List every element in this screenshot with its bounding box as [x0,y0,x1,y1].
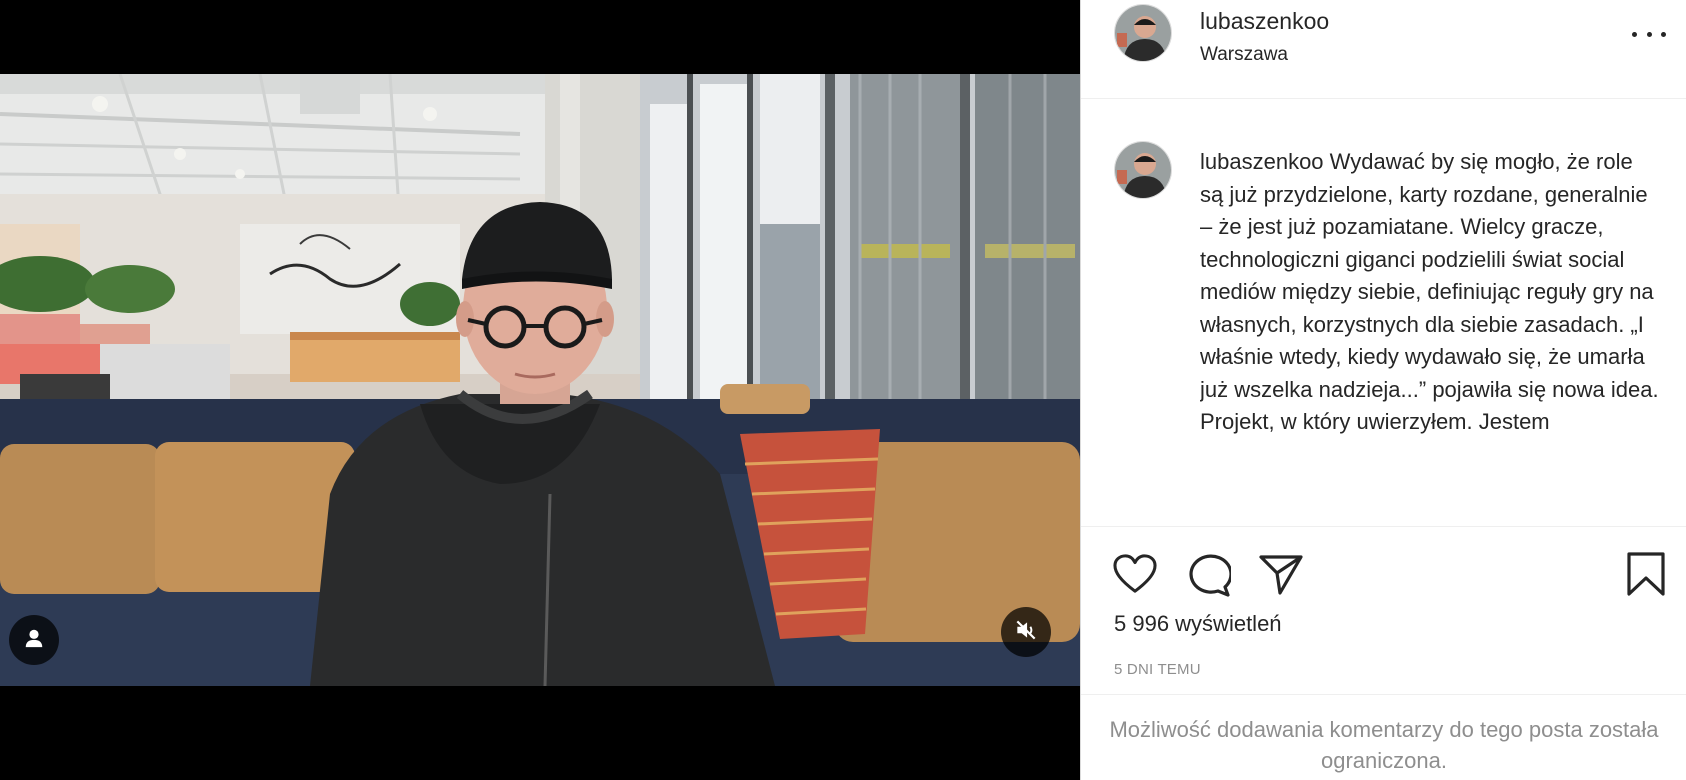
share-icon [1258,555,1304,599]
caption-username[interactable]: lubaszenkoo [1200,149,1324,174]
user-tag-icon [23,627,45,654]
footer-divider [1081,694,1686,695]
comments-disabled-notice: Możliwość dodawania komentarzy do tego p… [1109,717,1659,773]
more-options-icon [1632,31,1637,37]
views-count[interactable]: 5 996 wyświetleń [1114,611,1282,637]
speaker-muted-icon [1013,617,1039,648]
post-details-panel: lubaszenkoo Warszawa lubaszenkoo Wydawać… [1080,0,1686,780]
like-button[interactable] [1112,553,1158,600]
avatar[interactable] [1114,4,1172,62]
comment-icon [1185,554,1233,601]
tagged-users-button[interactable] [9,615,59,665]
post-location[interactable]: Warszawa [1200,44,1288,66]
bookmark-icon [1626,552,1666,601]
caption-avatar[interactable] [1114,141,1172,199]
post-date[interactable]: 5 DNI TEMU [1114,661,1201,678]
caption-text: Wydawać by się mogło, że role są już prz… [1200,149,1659,434]
caption-divider [1081,526,1686,527]
video-player[interactable] [0,0,1080,780]
header-divider [1081,98,1686,99]
share-button[interactable] [1258,553,1304,600]
video-scene-image [0,74,1080,686]
comment-button[interactable] [1185,553,1233,602]
post-caption: lubaszenkoo Wydawać by się mogło, że rol… [1200,146,1660,522]
video-frame[interactable] [0,74,1080,686]
mute-toggle-button[interactable] [1001,607,1051,657]
post-author-username[interactable]: lubaszenkoo [1200,8,1329,35]
save-button[interactable] [1626,551,1666,602]
heart-icon [1112,554,1158,599]
more-options-button[interactable] [1632,22,1666,46]
